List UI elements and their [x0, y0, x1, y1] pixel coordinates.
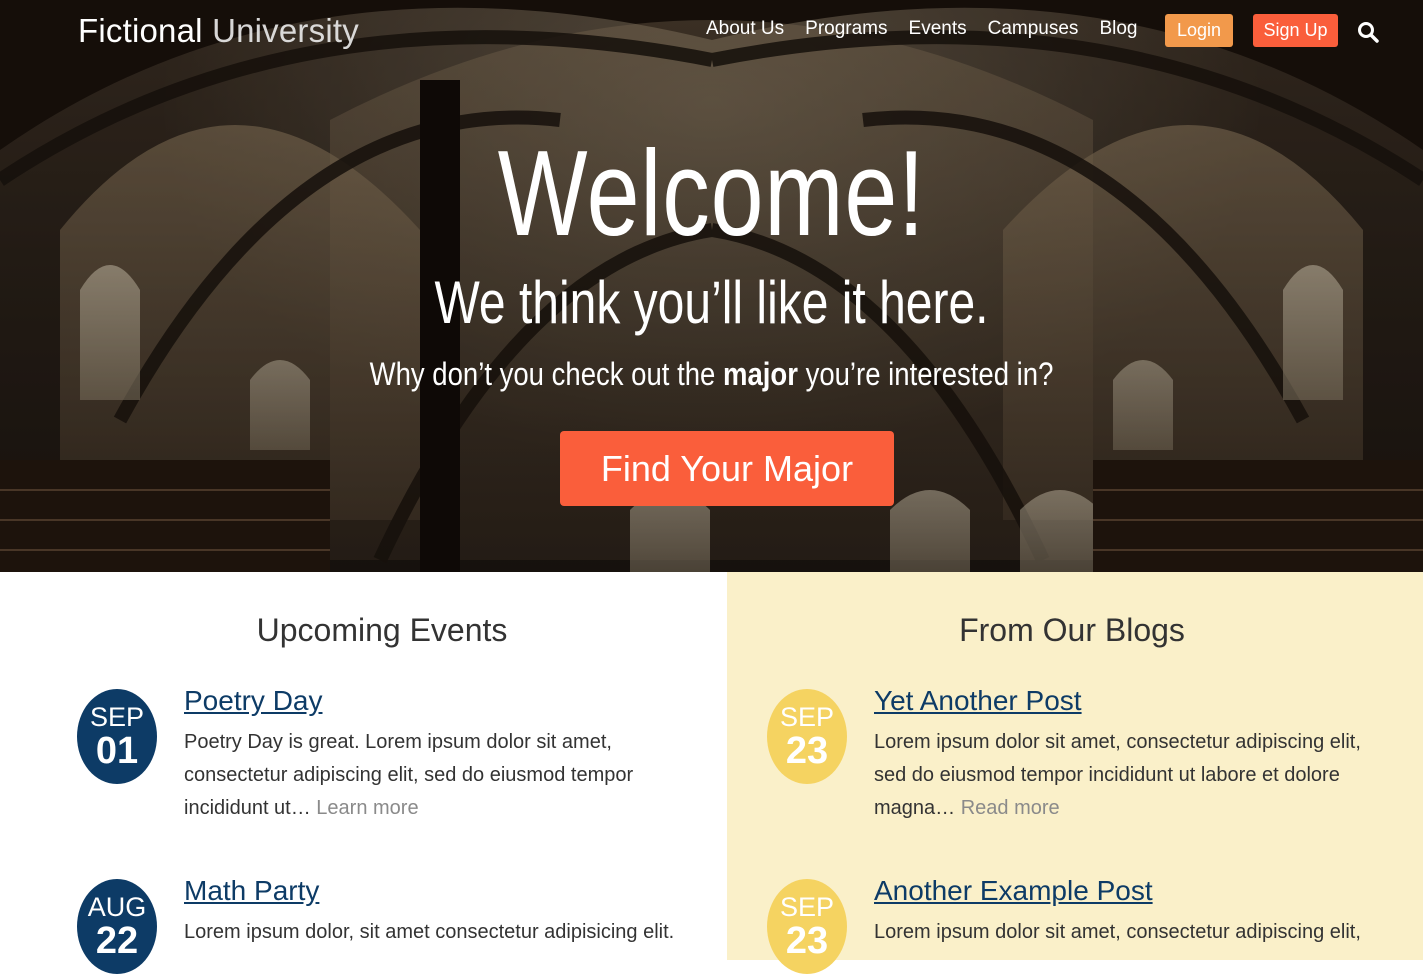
- hero-lead: Why don’t you check out the major you’re…: [100, 354, 1324, 394]
- blog-month: SEP: [779, 702, 835, 732]
- event-title-link[interactable]: Poetry Day: [184, 685, 323, 717]
- blog-excerpt: Lorem ipsum dolor sit amet, consectetur …: [874, 726, 1374, 825]
- blog-excerpt-text: Lorem ipsum dolor sit amet, consectetur …: [874, 731, 1361, 819]
- nav-events[interactable]: Events: [909, 18, 967, 40]
- event-excerpt: Lorem ipsum dolor, sit amet consectetur …: [184, 916, 704, 949]
- event-excerpt-text: Lorem ipsum dolor, sit amet consectetur …: [184, 921, 675, 943]
- sign-up-button[interactable]: Sign Up: [1253, 14, 1338, 47]
- search-icon[interactable]: [1357, 21, 1379, 43]
- logo-text-bold: Fictional: [78, 12, 203, 49]
- nav-blog[interactable]: Blog: [1099, 18, 1137, 40]
- login-button[interactable]: Login: [1165, 14, 1233, 47]
- hero-lead-after: you’re interested in?: [797, 356, 1054, 392]
- blog-day: 23: [785, 920, 829, 962]
- blog-title-link[interactable]: Another Example Post: [874, 875, 1153, 907]
- event-month: SEP: [89, 702, 145, 732]
- site-logo[interactable]: Fictional University: [78, 12, 359, 50]
- blogs-heading: From Our Blogs: [959, 612, 1185, 648]
- blog-month: SEP: [779, 892, 835, 922]
- nav-campuses[interactable]: Campuses: [988, 18, 1079, 40]
- main-navigation: About Us Programs Events Campuses Blog: [706, 18, 1158, 40]
- blog-date-badge[interactable]: SEP 23: [767, 689, 847, 784]
- event-title-link[interactable]: Math Party: [184, 875, 319, 907]
- blog-excerpt-text: Lorem ipsum dolor sit amet, consectetur …: [874, 921, 1361, 943]
- blog-day: 23: [785, 730, 829, 772]
- event-excerpt: Poetry Day is great. Lorem ipsum dolor s…: [184, 726, 704, 825]
- hero-banner: Fictional University About Us Programs E…: [0, 0, 1423, 572]
- learn-more-link[interactable]: Learn more: [316, 797, 418, 819]
- site-header: Fictional University About Us Programs E…: [0, 0, 1423, 64]
- event-day: 22: [95, 920, 139, 962]
- event-day: 01: [95, 730, 139, 772]
- upcoming-events-section: Upcoming Events SEP 01 Poetry Day Poetry…: [0, 572, 727, 974]
- event-date-badge[interactable]: SEP 01: [77, 689, 157, 784]
- read-more-link[interactable]: Read more: [961, 797, 1060, 819]
- events-heading: Upcoming Events: [256, 612, 508, 648]
- hero-subtitle: We think you’ll like it here.: [434, 269, 989, 336]
- hero-lead-bold: major: [722, 356, 798, 392]
- event-month: AUG: [87, 892, 147, 922]
- find-your-major-button[interactable]: Find Your Major: [560, 431, 894, 506]
- hero-title: Welcome!: [497, 125, 926, 261]
- blog-title-link[interactable]: Yet Another Post: [874, 685, 1082, 717]
- from-our-blogs-section: From Our Blogs SEP 23 Yet Another Post L…: [727, 572, 1423, 974]
- hero-lead-before: Why don’t you check out the: [369, 356, 723, 392]
- logo-text-light: University: [212, 12, 359, 49]
- nav-programs[interactable]: Programs: [805, 18, 887, 40]
- blog-excerpt: Lorem ipsum dolor sit amet, consectetur …: [874, 916, 1374, 949]
- nav-about-us[interactable]: About Us: [706, 18, 784, 40]
